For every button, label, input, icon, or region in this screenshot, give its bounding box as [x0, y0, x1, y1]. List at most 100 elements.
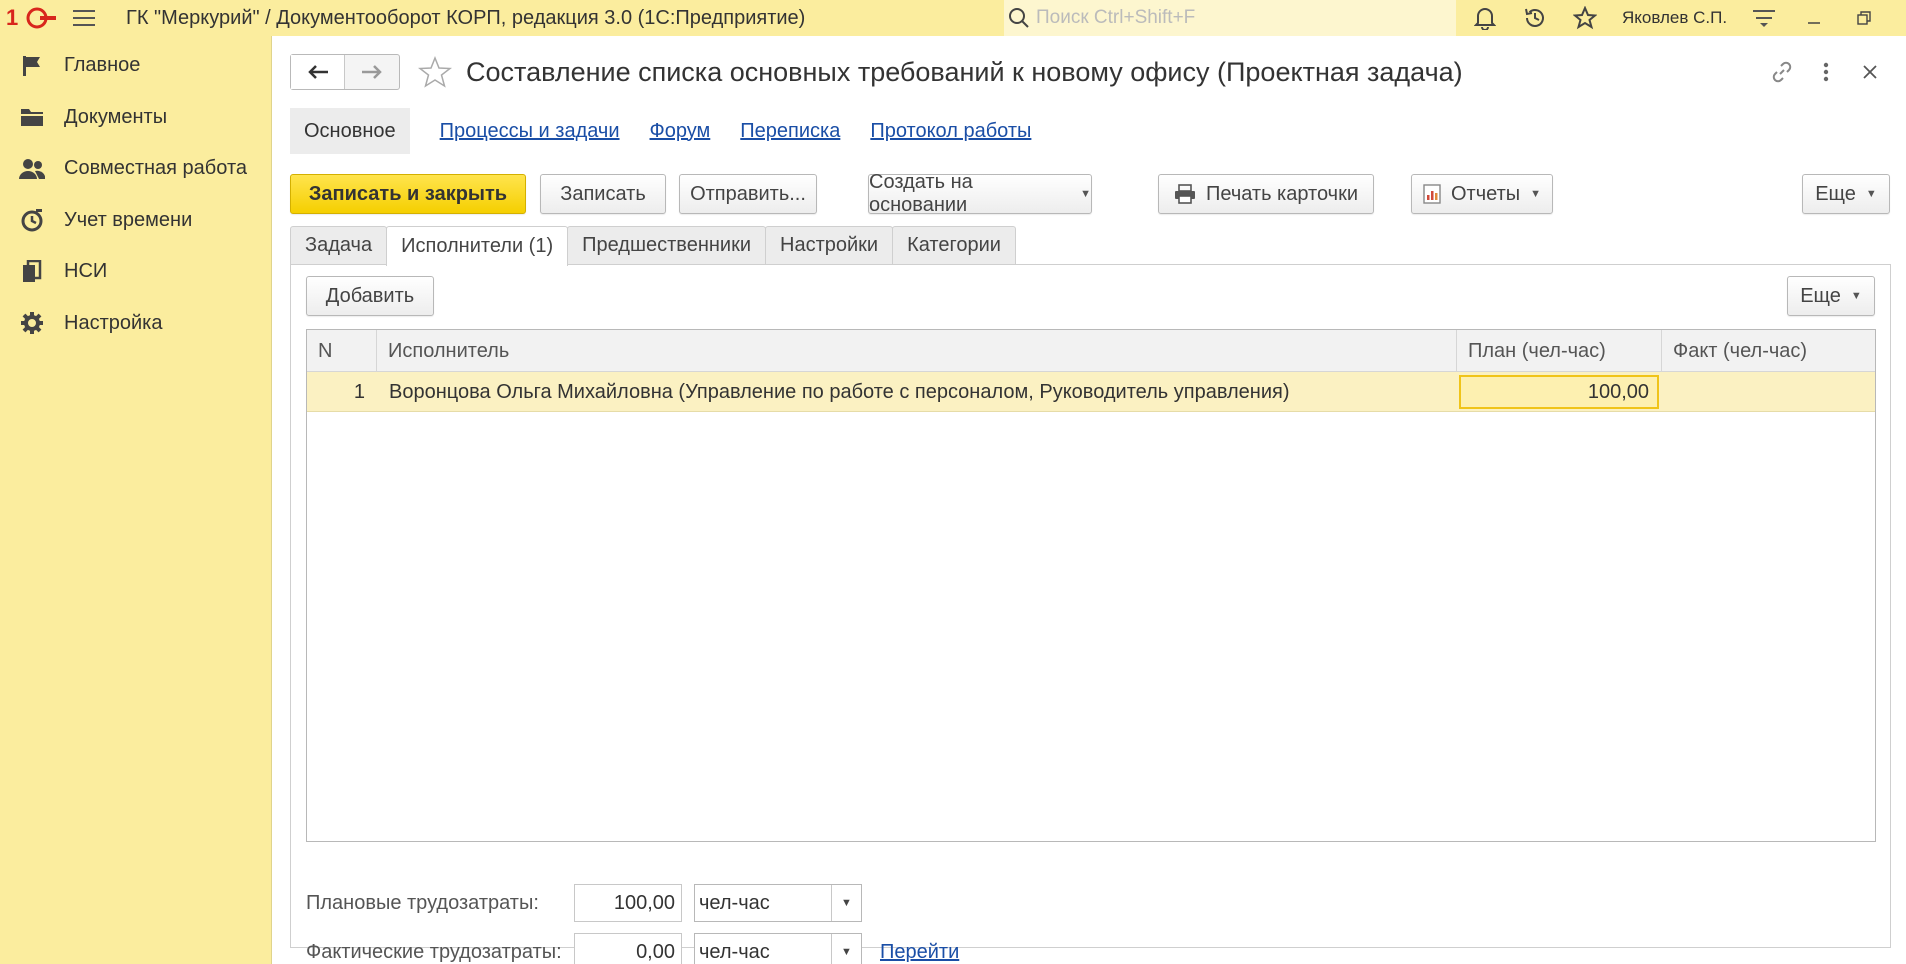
add-to-favorites-star-icon[interactable] [415, 54, 455, 90]
planned-unit-select[interactable]: чел-час ▼ [694, 884, 862, 922]
section-main[interactable]: Основное [290, 108, 410, 154]
sidebar-item-reference-data[interactable]: НСИ [0, 246, 271, 298]
clock-icon [18, 206, 46, 234]
more-label: Еще [1815, 182, 1856, 205]
sidebar-item-main[interactable]: Главное [0, 40, 271, 92]
executors-panel: Добавить Еще ▼ N Исполнитель План (чел-ч… [290, 264, 1891, 964]
actual-labor-label: Фактические трудозатраты: [306, 940, 562, 963]
sidebar-item-label: Настройка [64, 311, 163, 334]
dropdown-arrow-icon: ▼ [1080, 188, 1091, 200]
print-card-button[interactable]: Печать карточки [1158, 174, 1374, 214]
add-executor-button[interactable]: Добавить [306, 276, 434, 316]
form-area: Составление списка основных требований к… [273, 36, 1906, 964]
search-icon [1008, 7, 1030, 29]
reports-label: Отчеты [1450, 182, 1521, 205]
chevron-down-icon[interactable]: ▼ [831, 885, 861, 921]
section-correspondence[interactable]: Переписка [740, 120, 840, 143]
tab-categories[interactable]: Категории [892, 226, 1016, 264]
sidebar-item-documents[interactable]: Документы [0, 92, 271, 144]
chevron-down-icon[interactable]: ▼ [831, 934, 861, 964]
more-button[interactable]: Еще ▼ [1802, 174, 1890, 214]
send-button[interactable]: Отправить... [679, 174, 817, 214]
section-processes-and-tasks[interactable]: Процессы и задачи [440, 120, 620, 143]
app-title: ГК "Меркурий" / Документооборот КОРП, ре… [126, 6, 806, 29]
user-name[interactable]: Яковлев С.П. [1610, 8, 1739, 28]
svg-text:1: 1 [6, 7, 18, 29]
table-more-button[interactable]: Еще ▼ [1787, 276, 1875, 316]
more-actions-icon[interactable] [1804, 54, 1848, 90]
settings-menu-icon[interactable] [1739, 0, 1789, 36]
title-bar: 1 ГК "Меркурий" / Документооборот КОРП, … [0, 0, 1906, 36]
row-executor[interactable]: Воронцова Ольга Михайловна (Управление п… [377, 372, 1457, 412]
printer-icon [1174, 184, 1196, 204]
form-sections: Основное Процессы и задачи Форум Перепис… [290, 108, 1031, 154]
create-based-on-button[interactable]: Создать на основании ▼ [868, 171, 1092, 216]
tab-executors[interactable]: Исполнители (1) [386, 226, 569, 266]
menu-icon[interactable] [64, 0, 104, 36]
reports-button[interactable]: Отчеты ▼ [1411, 174, 1553, 214]
create-based-on-label: Создать на основании [869, 171, 973, 216]
flag-icon [18, 52, 46, 80]
sidebar-item-label: Учет времени [64, 208, 193, 231]
back-button[interactable] [291, 55, 345, 89]
sidebar-item-time-tracking[interactable]: Учет времени [0, 195, 271, 247]
actual-labor-field[interactable]: 0,00 [574, 933, 682, 964]
navigation-buttons [290, 54, 400, 90]
bell-icon[interactable] [1460, 0, 1510, 36]
save-button[interactable]: Записать [540, 174, 666, 214]
print-card-label: Печать карточки [1205, 182, 1359, 205]
dropdown-arrow-icon: ▼ [1850, 290, 1862, 302]
save-and-close-button[interactable]: Записать и закрыть [290, 174, 526, 214]
table-more-label: Еще [1800, 284, 1841, 307]
gear-icon [18, 309, 46, 337]
section-work-log[interactable]: Протокол работы [870, 120, 1031, 143]
sidebar-item-settings[interactable]: Настройка [0, 298, 271, 350]
forward-button[interactable] [345, 55, 399, 89]
go-to-link[interactable]: Перейти [880, 941, 959, 964]
column-header-executor[interactable]: Исполнитель [377, 330, 1457, 372]
section-forum[interactable]: Форум [650, 120, 711, 143]
form-tabs: Задача Исполнители (1) Предшественники Н… [290, 226, 1016, 266]
table-row[interactable]: 1 Воронцова Ольга Михайловна (Управление… [307, 372, 1875, 412]
people-icon [18, 155, 46, 183]
page-title: Составление списка основных требований к… [466, 57, 1463, 87]
sidebar-item-collaboration[interactable]: Совместная работа [0, 143, 271, 195]
search-input[interactable]: Поиск Ctrl+Shift+F [1036, 7, 1195, 29]
books-icon [18, 258, 46, 286]
minimize-icon[interactable] [1789, 0, 1839, 36]
tab-predecessors[interactable]: Предшественники [567, 226, 767, 264]
column-header-n[interactable]: N [307, 330, 377, 372]
actual-unit-value: чел-час [699, 940, 770, 963]
history-icon[interactable] [1510, 0, 1560, 36]
report-icon [1423, 184, 1441, 204]
table-header: N Исполнитель План (чел-час) Факт (чел-ч… [307, 330, 1875, 372]
sidebar-item-label: Документы [64, 105, 168, 128]
favorites-icon[interactable] [1560, 0, 1610, 36]
sidebar-item-label: НСИ [64, 260, 108, 283]
row-plan-cell[interactable]: 100,00 [1457, 372, 1662, 412]
planned-labor-field[interactable]: 100,00 [574, 884, 682, 922]
tab-settings[interactable]: Настройки [765, 226, 894, 264]
command-bar: Записать и закрыть Записать Отправить...… [290, 171, 1890, 216]
planned-labor-label: Плановые трудозатраты: [306, 891, 539, 914]
close-form-icon[interactable] [1848, 54, 1892, 90]
executors-table[interactable]: N Исполнитель План (чел-час) Факт (чел-ч… [306, 329, 1876, 842]
column-header-fact[interactable]: Факт (чел-час) [1662, 330, 1875, 372]
actual-unit-select[interactable]: чел-час ▼ [694, 933, 862, 964]
row-number: 1 [353, 380, 365, 403]
sidebar-item-label: Главное [64, 54, 141, 77]
search-box[interactable]: Поиск Ctrl+Shift+F [1004, 0, 1456, 36]
tab-task[interactable]: Задача [290, 226, 388, 264]
sidebar: Главное Документы Совместная работа Учет… [0, 36, 272, 964]
restore-icon[interactable] [1839, 0, 1889, 36]
dropdown-arrow-icon: ▼ [1865, 188, 1877, 200]
column-header-plan[interactable]: План (чел-час) [1457, 330, 1662, 372]
row-fact[interactable] [1662, 372, 1872, 412]
close-window-icon[interactable] [1889, 0, 1906, 36]
dropdown-arrow-icon: ▼ [1530, 188, 1542, 200]
link-icon[interactable] [1760, 54, 1804, 90]
1c-logo[interactable]: 1 [0, 0, 64, 36]
planned-unit-value: чел-час [699, 891, 770, 914]
folder-icon [18, 103, 46, 131]
row-plan-value[interactable]: 100,00 [1459, 375, 1659, 409]
